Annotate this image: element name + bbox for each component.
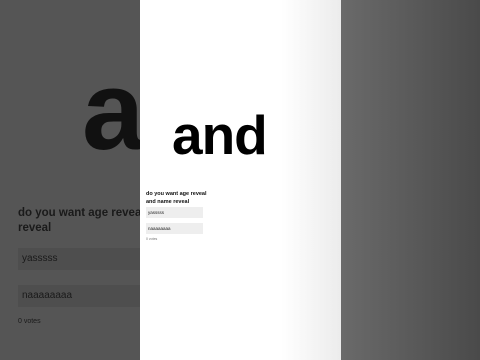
poll-option-naaaaaaaa[interactable]: naaaaaaaa — [146, 223, 203, 234]
big-text: and — [172, 104, 268, 166]
background-big-text: and — [82, 48, 140, 173]
poll-option-yasssss[interactable]: yasssss — [146, 207, 203, 218]
poll-question: do you want age reveal and name reveal — [146, 191, 207, 205]
poll-vote-count: 0 votes — [146, 237, 158, 241]
background-vote-count: 0 votes — [18, 318, 41, 325]
video-frame: and do you want age reveal and name reve… — [0, 0, 480, 360]
background-poll-option: yasssss — [18, 248, 140, 270]
blurred-background-right: and — [341, 0, 480, 360]
short-video-card: and do you want age reveal and name reve… — [140, 0, 341, 360]
background-poll-question: do you want age reveal and name reveal — [18, 207, 140, 234]
blurred-background-left: and do you want age reveal and name reve… — [0, 0, 140, 360]
background-poll-option: naaaaaaaa — [18, 285, 140, 307]
